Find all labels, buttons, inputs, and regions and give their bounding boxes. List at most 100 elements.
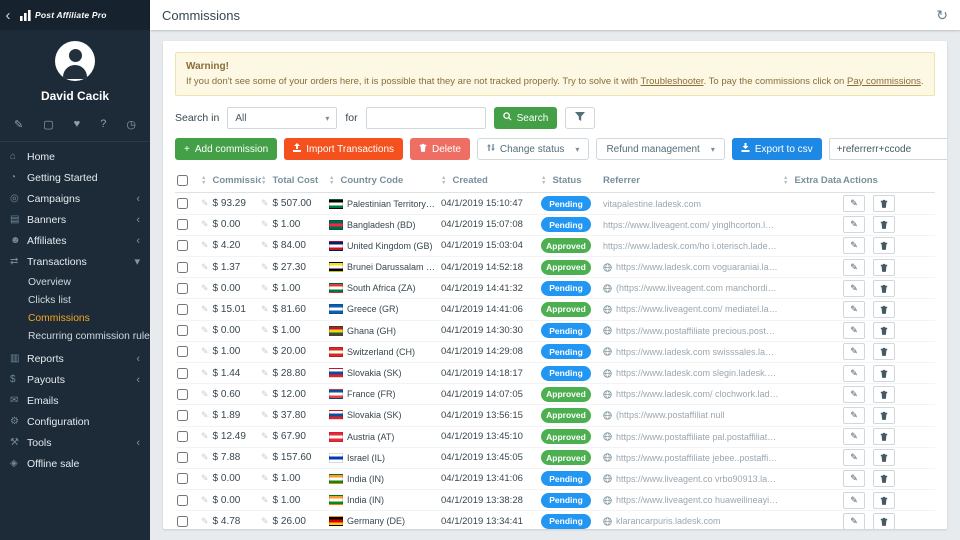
change-status-dropdown[interactable]: Change status ▾ (477, 138, 590, 160)
row-checkbox[interactable] (177, 283, 188, 294)
monitor-icon[interactable]: ▢ (43, 118, 53, 131)
sidebar-item-reports[interactable]: ▥Reports‹ (0, 348, 150, 369)
sidebar-item-configuration[interactable]: ⚙Configuration (0, 411, 150, 432)
referrer-link[interactable]: https://www.postaffiliate pal.postaffili… (616, 432, 779, 442)
sidebar-item-tools[interactable]: ⚒Tools‹ (0, 432, 150, 453)
edit-inline-icon[interactable]: ✎ (201, 262, 209, 273)
troubleshooter-link[interactable]: Troubleshooter (641, 76, 704, 87)
referrer-link[interactable]: https://www.ladesk.com swisssales.ladesk… (616, 347, 779, 357)
row-checkbox[interactable] (177, 262, 188, 273)
delete-row-button[interactable] (873, 343, 895, 360)
edit-inline-icon[interactable]: ✎ (201, 346, 209, 357)
edit-row-button[interactable]: ✎ (843, 407, 865, 424)
referrer-link[interactable]: https://www.liveagent.com/ mediatel.lade… (616, 304, 779, 314)
edit-inline-icon[interactable]: ✎ (261, 346, 269, 357)
edit-inline-icon[interactable]: ✎ (261, 219, 269, 230)
column-header-created[interactable]: ▲▼Created (441, 175, 541, 186)
sidebar-item-transactions[interactable]: ⇄Transactions▾ (0, 251, 150, 272)
sidebar-item-affiliates[interactable]: ☻Affiliates‹ (0, 230, 150, 251)
row-checkbox[interactable] (177, 516, 188, 527)
row-checkbox[interactable] (177, 198, 188, 209)
delete-row-button[interactable] (873, 301, 895, 318)
sidebar-subitem-overview[interactable]: Overview (0, 273, 150, 291)
row-checkbox[interactable] (177, 219, 188, 230)
edit-row-button[interactable]: ✎ (843, 428, 865, 445)
edit-row-button[interactable]: ✎ (843, 492, 865, 509)
delete-row-button[interactable] (873, 386, 895, 403)
edit-inline-icon[interactable]: ✎ (261, 452, 269, 463)
row-checkbox[interactable] (177, 495, 188, 506)
edit-inline-icon[interactable]: ✎ (261, 240, 269, 251)
edit-inline-icon[interactable]: ✎ (261, 304, 269, 315)
column-header-country-code[interactable]: ▲▼Country Code (329, 175, 441, 186)
edit-inline-icon[interactable]: ✎ (201, 198, 209, 209)
refresh-icon[interactable]: ↻ (936, 7, 948, 24)
search-button[interactable]: Search (494, 107, 558, 129)
referrer-link[interactable]: https://www.postaffiliate precious.posta… (616, 326, 779, 336)
collapse-sidebar-chevron-icon[interactable]: ‹ (0, 7, 16, 24)
help-icon[interactable]: ? (100, 118, 106, 131)
edit-row-button[interactable]: ✎ (843, 470, 865, 487)
edit-inline-icon[interactable]: ✎ (201, 325, 209, 336)
referrer-link[interactable]: https://www.liveagent.co vrbo90913.lades… (616, 474, 779, 484)
row-checkbox[interactable] (177, 240, 188, 251)
edit-row-button[interactable]: ✎ (843, 343, 865, 360)
edit-inline-icon[interactable]: ✎ (261, 283, 269, 294)
edit-inline-icon[interactable]: ✎ (261, 389, 269, 400)
sidebar-subitem-clicks-list[interactable]: Clicks list (0, 291, 150, 309)
heart-icon[interactable]: ♥ (74, 118, 81, 131)
edit-row-button[interactable]: ✎ (843, 280, 865, 297)
delete-row-button[interactable] (873, 322, 895, 339)
import-transactions-button[interactable]: Import Transactions (284, 138, 403, 160)
row-checkbox[interactable] (177, 346, 188, 357)
delete-button[interactable]: Delete (410, 138, 470, 160)
delete-row-button[interactable] (873, 216, 895, 233)
edit-inline-icon[interactable]: ✎ (261, 325, 269, 336)
edit-inline-icon[interactable]: ✎ (201, 452, 209, 463)
column-header-extra-data-4[interactable]: ▲▼Extra Data 4 (783, 175, 843, 186)
edit-inline-icon[interactable]: ✎ (261, 495, 269, 506)
referrer-link[interactable]: https://www.liveagent.com/ yinglhcorton.… (603, 220, 779, 230)
row-checkbox[interactable] (177, 473, 188, 484)
edit-row-button[interactable]: ✎ (843, 195, 865, 212)
row-checkbox[interactable] (177, 431, 188, 442)
sidebar-item-payouts[interactable]: $Payouts‹ (0, 369, 150, 390)
edit-row-button[interactable]: ✎ (843, 386, 865, 403)
referrer-link[interactable]: vitapalestine.ladesk.com (603, 199, 701, 209)
edit-inline-icon[interactable]: ✎ (201, 389, 209, 400)
edit-row-button[interactable]: ✎ (843, 449, 865, 466)
sidebar-item-emails[interactable]: ✉Emails (0, 390, 150, 411)
edit-row-button[interactable]: ✎ (843, 513, 865, 529)
edit-inline-icon[interactable]: ✎ (261, 473, 269, 484)
delete-row-button[interactable] (873, 237, 895, 254)
export-csv-button[interactable]: Export to csv (732, 138, 822, 160)
sidebar-subitem-commissions[interactable]: Commissions (0, 309, 150, 327)
row-checkbox[interactable] (177, 304, 188, 315)
delete-row-button[interactable] (873, 280, 895, 297)
edit-inline-icon[interactable]: ✎ (201, 516, 209, 527)
referrer-link[interactable]: (https://www.postaffiliat null (616, 410, 724, 420)
edit-inline-icon[interactable]: ✎ (261, 368, 269, 379)
edit-inline-icon[interactable]: ✎ (201, 410, 209, 421)
edit-inline-icon[interactable]: ✎ (261, 431, 269, 442)
search-input[interactable] (366, 107, 486, 129)
pay-commissions-link[interactable]: Pay commissions (847, 76, 921, 87)
referrer-link[interactable]: klarancarpuris.ladesk.com (616, 516, 721, 526)
clock-icon[interactable]: ◷ (126, 118, 136, 131)
edit-inline-icon[interactable]: ✎ (201, 283, 209, 294)
edit-inline-icon[interactable]: ✎ (201, 368, 209, 379)
edit-row-button[interactable]: ✎ (843, 301, 865, 318)
delete-row-button[interactable] (873, 470, 895, 487)
column-header-status[interactable]: ▲▼Status (541, 175, 603, 186)
edit-inline-icon[interactable]: ✎ (201, 240, 209, 251)
sidebar-subitem-recurring-commission-rules[interactable]: Recurring commission rules (0, 327, 150, 345)
filter-button[interactable] (565, 107, 595, 129)
referrer-link[interactable]: https://www.postaffiliate jebee..postaff… (616, 453, 779, 463)
delete-row-button[interactable] (873, 195, 895, 212)
edit-row-button[interactable]: ✎ (843, 237, 865, 254)
sidebar-item-offline-sale[interactable]: ◈Offline sale (0, 453, 150, 474)
sidebar-item-banners[interactable]: ▤Banners‹ (0, 209, 150, 230)
delete-row-button[interactable] (873, 259, 895, 276)
edit-inline-icon[interactable]: ✎ (261, 262, 269, 273)
delete-row-button[interactable] (873, 365, 895, 382)
